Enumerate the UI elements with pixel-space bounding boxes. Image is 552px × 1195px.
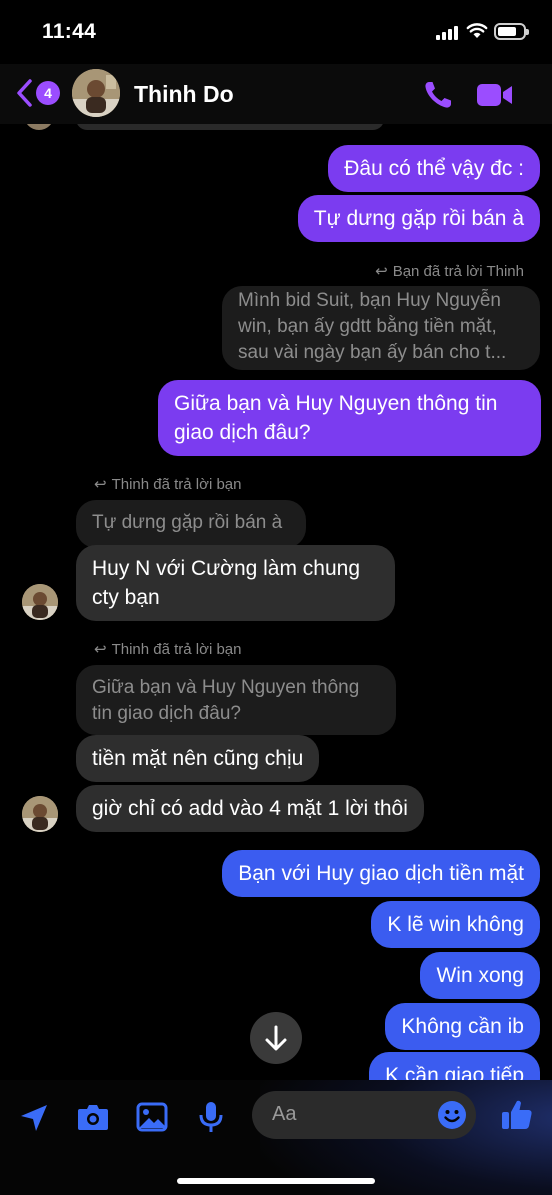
message-bubble-outgoing[interactable]: Đâu có thể vậy đc : [328, 145, 540, 192]
camera-icon[interactable] [76, 1102, 110, 1132]
quote-line: Mình bid Suit, bạn Huy Nguyễn [238, 290, 501, 311]
thumbs-up-icon[interactable] [500, 1098, 534, 1132]
reply-label: Bạn đã trả lời Thinh [392, 263, 524, 280]
reply-indicator: ↩ Bạn đã trả lời Thinh [375, 262, 524, 280]
quoted-message[interactable]: Giữa bạn và Huy Nguyen thông tin giao dị… [76, 665, 396, 735]
message-input-placeholder: Aa [272, 1103, 297, 1125]
message-bubble-outgoing[interactable]: K lẽ win không [371, 901, 540, 948]
reply-arrow-icon: ↩ [94, 476, 107, 493]
quote-line: sau vài ngày bạn ấy bán cho t... [238, 342, 507, 363]
location-arrow-icon[interactable] [18, 1102, 50, 1134]
message-bubble-incoming[interactable]: tiền mặt nên cũng chịu [76, 735, 320, 782]
message-bubble-incoming [76, 124, 384, 130]
photo-gallery-icon[interactable] [136, 1102, 168, 1132]
video-call-icon[interactable] [476, 82, 514, 108]
unread-count-badge[interactable]: 4 [36, 81, 60, 105]
message-line: Giữa bạn và Huy Nguyen thông tin [174, 392, 498, 415]
quoted-message[interactable]: Mình bid Suit, bạn Huy Nguyễn win, bạn ấ… [222, 286, 540, 370]
message-line: cty bạn [92, 586, 160, 609]
reply-indicator: ↩ Thinh đã trả lời bạn [94, 475, 242, 493]
message-bubble-outgoing[interactable]: Bạn với Huy giao dịch tiền mặt [222, 850, 540, 897]
avatar [24, 124, 54, 130]
quote-line: win, bạn ấy gdtt bằng tiền mặt, [238, 316, 497, 337]
reply-label: Thinh đã trả lời bạn [111, 476, 242, 493]
sender-avatar[interactable] [22, 796, 58, 832]
scroll-to-bottom-button[interactable] [250, 1012, 302, 1064]
message-bubble-outgoing[interactable]: Không cần ib [385, 1003, 540, 1050]
message-bubble-outgoing[interactable]: Giữa bạn và Huy Nguyen thông tin giao dị… [158, 380, 541, 456]
reply-arrow-icon: ↩ [94, 641, 107, 658]
reply-arrow-icon: ↩ [375, 263, 388, 280]
contact-name[interactable]: Thinh Do [134, 81, 234, 108]
status-time: 11:44 [42, 20, 97, 43]
message-bubble-outgoing[interactable]: Win xong [420, 952, 540, 999]
message-bubble-outgoing[interactable]: Tự dưng gặp rồi bán à [297, 195, 540, 242]
message-bubble-outgoing[interactable]: K cần giao tiếp [369, 1052, 540, 1080]
message-line: giao dịch đâu? [174, 421, 311, 444]
quoted-message[interactable]: Tự dưng gặp rồi bán à [76, 500, 306, 548]
quote-line: tin giao dịch đâu? [92, 703, 241, 724]
message-bubble-incoming[interactable]: Huy N với Cường làm chung cty bạn [76, 545, 395, 621]
sender-avatar[interactable] [22, 584, 58, 620]
cellular-signal-icon [436, 26, 458, 40]
phone-call-icon[interactable] [422, 79, 454, 111]
battery-icon [494, 23, 529, 40]
composer-bar: Aa [0, 1080, 552, 1195]
quote-line: Giữa bạn và Huy Nguyen thông [92, 677, 360, 698]
home-indicator[interactable] [177, 1178, 375, 1184]
message-list[interactable]: Đâu có thể vậy đc : Tự dưng gặp rồi bán … [0, 124, 552, 1080]
reply-indicator: ↩ Thinh đã trả lời bạn [94, 640, 242, 658]
arrow-down-icon [265, 1025, 287, 1051]
chat-header: 4 Thinh Do [0, 64, 552, 124]
wifi-icon [466, 23, 488, 38]
reply-label: Thinh đã trả lời bạn [111, 641, 242, 658]
emoji-icon[interactable] [437, 1100, 467, 1130]
message-bubble-incoming[interactable]: giờ chỉ có add vào 4 mặt 1 lời thôi [76, 785, 424, 832]
message-input[interactable]: Aa [252, 1091, 476, 1139]
contact-avatar[interactable] [72, 69, 120, 117]
microphone-icon[interactable] [198, 1100, 224, 1134]
message-line: Huy N với Cường làm chung [92, 557, 361, 580]
back-chevron-icon[interactable] [14, 78, 34, 108]
status-bar: 11:44 [0, 0, 552, 64]
